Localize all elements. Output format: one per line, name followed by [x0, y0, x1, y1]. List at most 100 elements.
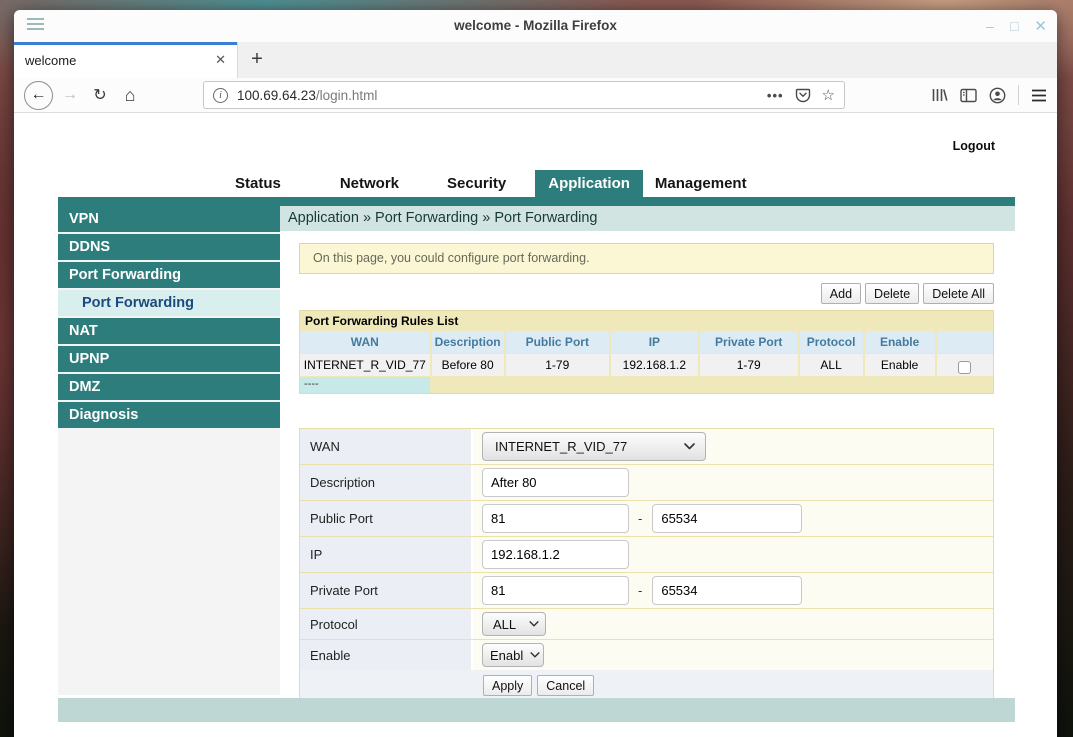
- account-icon[interactable]: [989, 87, 1006, 104]
- enable-label: Enable: [300, 640, 473, 670]
- apply-button[interactable]: Apply: [483, 675, 532, 696]
- wan-select[interactable]: INTERNET_R_VID_77: [482, 432, 706, 461]
- sidebar-item-dmz[interactable]: DMZ: [58, 374, 280, 400]
- cancel-button[interactable]: Cancel: [537, 675, 594, 696]
- col-header-description: Description: [432, 331, 504, 353]
- navigation-toolbar: ← → ↻ ⌂ i 100.69.64.23/login.html ••• ☆: [14, 78, 1057, 113]
- back-button[interactable]: ←: [24, 81, 53, 110]
- sidebar-item-nat[interactable]: NAT: [58, 318, 280, 344]
- url-path: /login.html: [316, 88, 378, 103]
- page-actions-icon[interactable]: •••: [767, 88, 784, 103]
- ip-input[interactable]: [482, 540, 629, 569]
- sidebar-item-ddns[interactable]: DDNS: [58, 234, 280, 260]
- col-header-private-port: Private Port: [700, 331, 798, 353]
- sidebar-panel-icon[interactable]: [960, 88, 977, 103]
- tab-close-icon[interactable]: ✕: [212, 52, 229, 68]
- private-port-from-input[interactable]: [482, 576, 629, 605]
- range-separator: -: [638, 511, 642, 526]
- range-separator: -: [638, 583, 642, 598]
- bookmark-star-icon[interactable]: ☆: [822, 86, 835, 104]
- enable-select[interactable]: Enabl: [482, 643, 544, 667]
- col-header-wan: WAN: [300, 331, 430, 353]
- cell-private-port: 1-79: [700, 354, 798, 376]
- col-header-ip: IP: [611, 331, 698, 353]
- router-page: Logout Status Network Security Applicati…: [14, 113, 1057, 737]
- chevron-down-icon: [684, 443, 695, 450]
- add-button[interactable]: Add: [821, 283, 861, 304]
- window-title: welcome - Mozilla Firefox: [14, 10, 1057, 42]
- description-label: Description: [300, 465, 473, 500]
- sidebar-item-vpn[interactable]: VPN: [58, 206, 280, 232]
- cell-protocol: ALL: [800, 354, 863, 376]
- url-bar[interactable]: i 100.69.64.23/login.html ••• ☆: [203, 81, 845, 109]
- breadcrumb: Application » Port Forwarding » Port For…: [280, 206, 1015, 231]
- nav-tab-security[interactable]: Security: [447, 175, 506, 197]
- public-port-from-input[interactable]: [482, 504, 629, 533]
- sidebar: VPN DDNS Port Forwarding Port Forwarding…: [58, 206, 280, 695]
- protocol-label: Protocol: [300, 609, 473, 639]
- cell-public-port: 1-79: [506, 354, 609, 376]
- tab-title: welcome: [25, 53, 212, 68]
- tab-welcome[interactable]: welcome ✕: [14, 42, 238, 78]
- minimize-button[interactable]: –: [986, 19, 994, 33]
- cell-description: Before 80: [432, 354, 504, 376]
- chevron-down-icon: [529, 621, 539, 627]
- table-title: Port Forwarding Rules List: [300, 311, 993, 331]
- top-nav-tabs: Status Network Security Application Mana…: [14, 170, 1057, 197]
- private-port-to-input[interactable]: [652, 576, 802, 605]
- nav-tab-management[interactable]: Management: [655, 175, 747, 197]
- titlebar-hamburger-icon[interactable]: [27, 18, 44, 32]
- url-host: 100.69.64.23: [237, 88, 316, 103]
- col-header-enable: Enable: [865, 331, 935, 353]
- sidebar-item-diagnosis[interactable]: Diagnosis: [58, 402, 280, 428]
- nav-tab-network[interactable]: Network: [340, 175, 399, 197]
- table-actions: Add Delete Delete All: [280, 283, 994, 304]
- sidebar-item-upnp[interactable]: UPNP: [58, 346, 280, 372]
- tab-bar: welcome ✕ +: [14, 42, 1057, 78]
- title-bar: welcome - Mozilla Firefox – □ ✕: [14, 10, 1057, 42]
- nav-tab-status[interactable]: Status: [235, 175, 281, 197]
- close-button[interactable]: ✕: [1034, 19, 1047, 34]
- home-button[interactable]: ⌂: [115, 80, 145, 110]
- page-footer-bar: [58, 698, 1015, 722]
- table-row: INTERNET_R_VID_77 Before 80 1-79 192.168…: [300, 354, 993, 376]
- port-forwarding-form: WAN INTERNET_R_VID_77 Description: [299, 428, 994, 703]
- public-port-label: Public Port: [300, 501, 473, 536]
- sidebar-item-port-forwarding[interactable]: Port Forwarding: [58, 262, 280, 288]
- toolbar-separator: [1018, 85, 1019, 105]
- delete-button[interactable]: Delete: [865, 283, 919, 304]
- maximize-button[interactable]: □: [1010, 19, 1018, 33]
- forward-button[interactable]: →: [55, 80, 85, 110]
- app-menu-icon[interactable]: [1031, 89, 1047, 102]
- port-forwarding-rules-table: Port Forwarding Rules List WAN Descripti…: [299, 310, 994, 394]
- cell-wan: INTERNET_R_VID_77: [300, 354, 430, 376]
- ip-label: IP: [300, 537, 473, 572]
- description-input[interactable]: [482, 468, 629, 497]
- sidebar-subitem-port-forwarding[interactable]: Port Forwarding: [58, 290, 280, 316]
- chevron-down-icon: [530, 652, 540, 658]
- private-port-label: Private Port: [300, 573, 473, 608]
- placeholder-cell: ----: [300, 377, 430, 393]
- delete-all-button[interactable]: Delete All: [923, 283, 994, 304]
- site-info-icon[interactable]: i: [213, 88, 228, 103]
- reload-button[interactable]: ↻: [85, 80, 115, 110]
- col-header-protocol: Protocol: [800, 331, 863, 353]
- pocket-icon[interactable]: [795, 87, 811, 103]
- logout-link[interactable]: Logout: [953, 139, 995, 153]
- protocol-select[interactable]: ALL: [482, 612, 546, 636]
- col-header-select: [937, 331, 993, 353]
- cell-enable: Enable: [865, 354, 935, 376]
- rule-select-checkbox[interactable]: [958, 361, 971, 374]
- cell-ip: 192.168.1.2: [611, 354, 698, 376]
- public-port-to-input[interactable]: [652, 504, 802, 533]
- nav-divider-bar: [58, 197, 1015, 206]
- col-header-public-port: Public Port: [506, 331, 609, 353]
- table-placeholder-row: ----: [300, 377, 993, 393]
- content-area: Application » Port Forwarding » Port For…: [280, 206, 1015, 695]
- nav-tab-application[interactable]: Application: [535, 170, 643, 197]
- page-hint-text: On this page, you could configure port f…: [299, 243, 994, 274]
- new-tab-button[interactable]: +: [238, 42, 276, 78]
- table-header-row: WAN Description Public Port IP Private P…: [300, 331, 993, 353]
- firefox-window: welcome - Mozilla Firefox – □ ✕ welcome …: [14, 10, 1057, 737]
- library-icon[interactable]: [931, 87, 948, 103]
